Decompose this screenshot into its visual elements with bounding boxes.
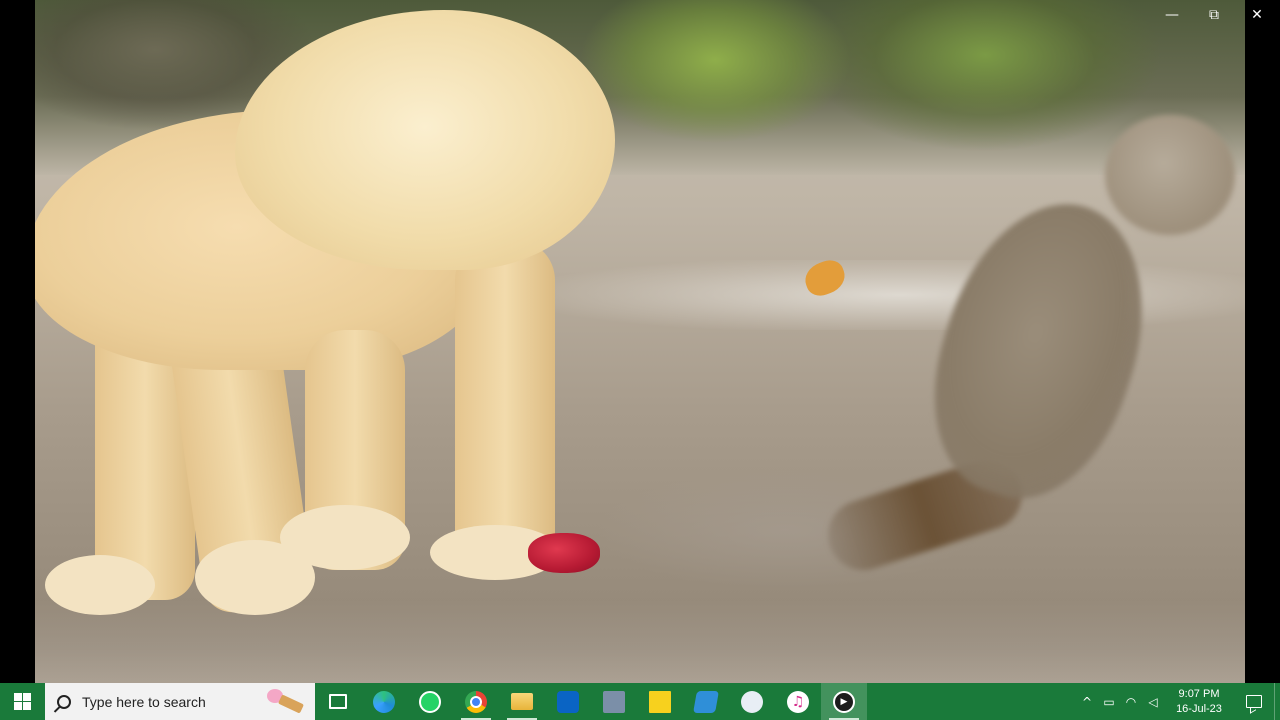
video-window: — ⧉ ✕ — [0, 0, 1280, 683]
lion-paw — [280, 505, 410, 570]
task-view-icon — [329, 694, 347, 709]
maximize-button[interactable]: ⧉ — [1193, 2, 1235, 28]
whatsapp-button[interactable] — [407, 683, 453, 720]
battery-icon[interactable]: ▭ — [1098, 683, 1120, 720]
clock[interactable]: 9:07 PM 16-Jul-23 — [1164, 687, 1234, 717]
system-tray: ^ ▭ ◠ ◁ 9:07 PM 16-Jul-23 — [1076, 683, 1280, 720]
media-player-button[interactable]: ▶ — [821, 683, 867, 720]
foreground-ground — [35, 600, 1245, 683]
video-frame[interactable] — [35, 0, 1245, 683]
lion-paw — [45, 555, 155, 615]
red-toy — [528, 533, 600, 573]
volume-icon[interactable]: ◁ — [1142, 683, 1164, 720]
search-box[interactable]: Type here to search — [45, 683, 315, 720]
show-hidden-icons-button[interactable]: ^ — [1076, 683, 1098, 720]
lion-leg — [455, 240, 555, 570]
start-button[interactable] — [0, 683, 45, 720]
action-center-button[interactable] — [1234, 683, 1274, 720]
edge-icon — [373, 690, 395, 713]
outlook-button[interactable] — [545, 683, 591, 720]
windows-logo-icon — [14, 693, 31, 710]
minimize-button[interactable]: — — [1151, 2, 1193, 28]
show-desktop-button[interactable] — [1274, 683, 1280, 720]
mongoose-head — [1105, 115, 1235, 235]
sticky-notes-icon — [649, 690, 671, 713]
itunes-icon: ♫ — [787, 690, 809, 713]
file-explorer-button[interactable] — [499, 683, 545, 720]
close-icon: ✕ — [1251, 7, 1263, 23]
edge-button[interactable] — [361, 683, 407, 720]
search-placeholder: Type here to search — [82, 693, 206, 710]
search-icon — [57, 694, 71, 709]
paint-button[interactable] — [729, 683, 775, 720]
close-button[interactable]: ✕ — [1236, 2, 1278, 28]
media-player-icon: ▶ — [833, 690, 855, 713]
clock-time: 9:07 PM — [1178, 687, 1220, 700]
file-explorer-icon — [511, 693, 533, 710]
search-highlight-icon — [263, 687, 304, 717]
itunes-button[interactable]: ♫ — [775, 683, 821, 720]
task-view-button[interactable] — [315, 683, 361, 720]
pinned-apps: ♫ ▶ — [315, 683, 867, 720]
wifi-icon[interactable]: ◠ — [1120, 683, 1142, 720]
chrome-button[interactable] — [453, 683, 499, 720]
calculator-icon — [603, 690, 625, 713]
whatsapp-icon — [419, 690, 441, 713]
sticky-notes-button[interactable] — [637, 683, 683, 720]
outlook-icon — [557, 690, 579, 713]
photos-icon — [693, 690, 719, 713]
chrome-icon — [465, 690, 487, 713]
chevron-up-icon: ^ — [1081, 694, 1093, 709]
restore-icon: ⧉ — [1209, 7, 1219, 23]
calculator-button[interactable] — [591, 683, 637, 720]
taskbar: Type here to search ♫ ▶ ^ ▭ ◠ ◁ 9:07 PM … — [0, 683, 1280, 720]
paint-icon — [741, 690, 763, 713]
photos-button[interactable] — [683, 683, 729, 720]
notification-icon — [1246, 695, 1262, 708]
minimize-icon: — — [1165, 7, 1179, 23]
clock-date: 16-Jul-23 — [1176, 702, 1222, 715]
